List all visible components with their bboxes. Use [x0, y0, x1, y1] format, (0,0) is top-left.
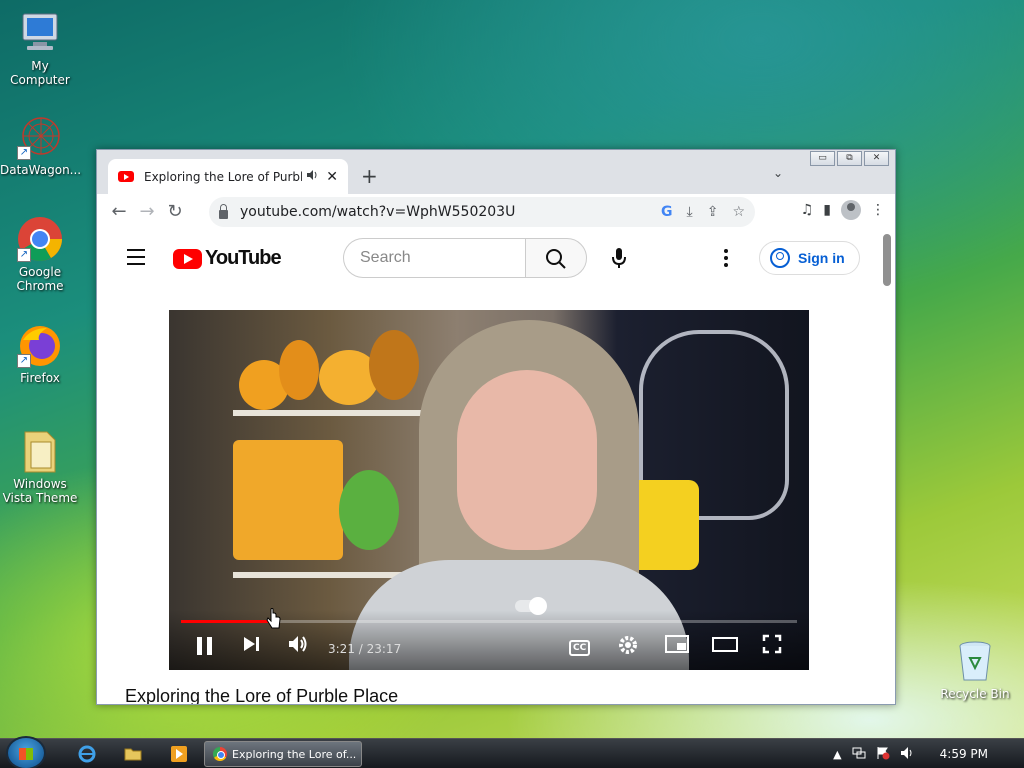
windows-logo-icon: [19, 748, 33, 760]
pause-icon[interactable]: [197, 634, 217, 658]
internet-explorer-icon[interactable]: [78, 745, 96, 763]
tab-close-icon[interactable]: ✕: [326, 169, 338, 185]
hamburger-menu-icon[interactable]: [127, 249, 145, 270]
shortcut-arrow-icon: ↗: [17, 354, 31, 368]
taskbar: Exploring the Lore of... ▲ 4:59 PM: [0, 736, 1024, 768]
taskbar-chrome-button[interactable]: Exploring the Lore of...: [204, 741, 362, 767]
desktop-icon-label: Recycle Bin: [940, 687, 1010, 701]
time-display: 3:21 / 23:17: [328, 642, 402, 656]
youtube-play-logo-icon: [173, 248, 202, 269]
desktop-icon-label: DataWagon...: [0, 163, 82, 177]
desktop-icon-vista-theme[interactable]: Windows Vista Theme: [0, 428, 80, 505]
theater-mode-icon[interactable]: [712, 634, 738, 658]
desktop-icon-my-computer[interactable]: My Computer: [0, 10, 80, 87]
media-control-icon[interactable]: ♫: [801, 202, 814, 218]
omnibox-actions: G ⤓ ⇪ ☆: [661, 204, 745, 220]
browser-window: ▭ ⧉ ✕ Exploring the Lore of Purble ✕ + ⌄…: [96, 149, 896, 705]
lock-icon[interactable]: [219, 203, 228, 219]
desktop-icon-label: Firefox: [20, 371, 60, 385]
desktop-icon-datawagon[interactable]: ↗ DataWagon...: [0, 114, 82, 177]
network-icon[interactable]: [852, 746, 866, 763]
tab-title: Exploring the Lore of Purble: [144, 169, 303, 184]
bookmark-star-icon[interactable]: ☆: [732, 204, 745, 220]
folder-icon: [17, 428, 63, 474]
address-bar[interactable]: youtube.com/watch?v=WphW550203U G ⤓ ⇪ ☆: [209, 197, 755, 227]
computer-icon: [17, 10, 63, 56]
voice-search-button[interactable]: [599, 238, 639, 278]
subtitles-cc-icon[interactable]: CC: [569, 640, 591, 656]
page-content: YouTube Search Sign in 3:21 / 23:17 CC E…: [97, 230, 895, 704]
shortcut-arrow-icon: ↗: [17, 146, 31, 160]
clock[interactable]: 4:59 PM: [940, 747, 988, 761]
firefox-icon: ↗: [17, 322, 63, 368]
user-icon: [770, 248, 790, 268]
volume-icon[interactable]: [287, 634, 309, 658]
browser-right-tools: ♫ ▮ ⋮: [801, 200, 885, 220]
sign-in-label: Sign in: [798, 250, 845, 266]
youtube-header: YouTube Search Sign in: [97, 230, 895, 286]
forward-button[interactable]: →: [133, 198, 161, 226]
taskbar-task-label: Exploring the Lore of...: [232, 747, 357, 761]
video-title: Exploring the Lore of Purble Place: [125, 686, 399, 704]
profile-avatar-icon[interactable]: [841, 200, 861, 220]
more-options-icon[interactable]: [723, 248, 729, 268]
reload-button[interactable]: ↻: [161, 198, 189, 226]
miniplayer-icon[interactable]: [665, 634, 689, 658]
desktop-icon-firefox[interactable]: ↗ Firefox: [0, 322, 80, 385]
action-center-flag-icon[interactable]: [876, 746, 890, 763]
next-video-icon[interactable]: [241, 634, 261, 658]
system-tray: ▲ 4:59 PM: [833, 739, 1024, 768]
shortcut-arrow-icon: ↗: [17, 248, 31, 262]
search-button[interactable]: [525, 238, 587, 278]
progress-fill: [181, 620, 271, 623]
speaker-icon[interactable]: [306, 169, 318, 184]
new-tab-button[interactable]: +: [361, 164, 378, 188]
url-text[interactable]: youtube.com/watch?v=WphW550203U: [240, 204, 661, 220]
video-player[interactable]: 3:21 / 23:17 CC: [169, 310, 809, 670]
tab-youtube[interactable]: Exploring the Lore of Purble ✕: [108, 159, 348, 194]
tab-search-chevron-icon[interactable]: ⌄: [773, 166, 783, 180]
browser-toolbar: ← → ↻ youtube.com/watch?v=WphW550203U G …: [97, 194, 895, 230]
youtube-logo-text: YouTube: [205, 247, 282, 269]
start-button[interactable]: [6, 736, 46, 768]
google-lens-icon[interactable]: G: [661, 204, 673, 220]
youtube-logo[interactable]: YouTube: [173, 247, 282, 270]
file-explorer-icon[interactable]: [124, 745, 142, 763]
desktop-icon-recycle-bin[interactable]: Recycle Bin: [935, 638, 1015, 701]
side-panel-icon[interactable]: ▮: [823, 202, 831, 218]
player-controls: 3:21 / 23:17 CC: [169, 597, 809, 670]
share-icon[interactable]: ⇪: [707, 204, 719, 220]
youtube-favicon-icon: [118, 171, 134, 182]
recycle-bin-icon: [952, 638, 998, 684]
show-hidden-icons-chevron-icon[interactable]: ▲: [833, 748, 841, 761]
fullscreen-icon[interactable]: [762, 634, 782, 658]
back-button[interactable]: ←: [105, 198, 133, 226]
datawagon-icon: ↗: [17, 114, 63, 160]
browser-menu-icon[interactable]: ⋮: [871, 202, 885, 218]
mouse-cursor-icon: [266, 608, 282, 634]
volume-tray-icon[interactable]: [900, 746, 914, 763]
desktop-icon-label: Windows Vista Theme: [2, 477, 78, 505]
settings-gear-icon[interactable]: [617, 634, 639, 658]
search-icon: [546, 249, 566, 269]
desktop-icon-label: My Computer: [10, 59, 70, 87]
autoplay-toggle[interactable]: [515, 597, 547, 615]
sign-in-button[interactable]: Sign in: [759, 241, 860, 275]
chrome-icon: ↗: [17, 216, 63, 262]
install-icon[interactable]: ⤓: [687, 204, 693, 220]
search-input[interactable]: Search: [343, 238, 525, 278]
desktop-icon-google-chrome[interactable]: ↗ Google Chrome: [0, 216, 80, 293]
microphone-icon: [612, 248, 626, 268]
media-player-icon[interactable]: [170, 745, 188, 763]
tab-strip: Exploring the Lore of Purble ✕ + ⌄: [97, 150, 895, 194]
desktop-icon-label: Google Chrome: [16, 265, 64, 293]
chrome-small-icon: [213, 747, 227, 761]
